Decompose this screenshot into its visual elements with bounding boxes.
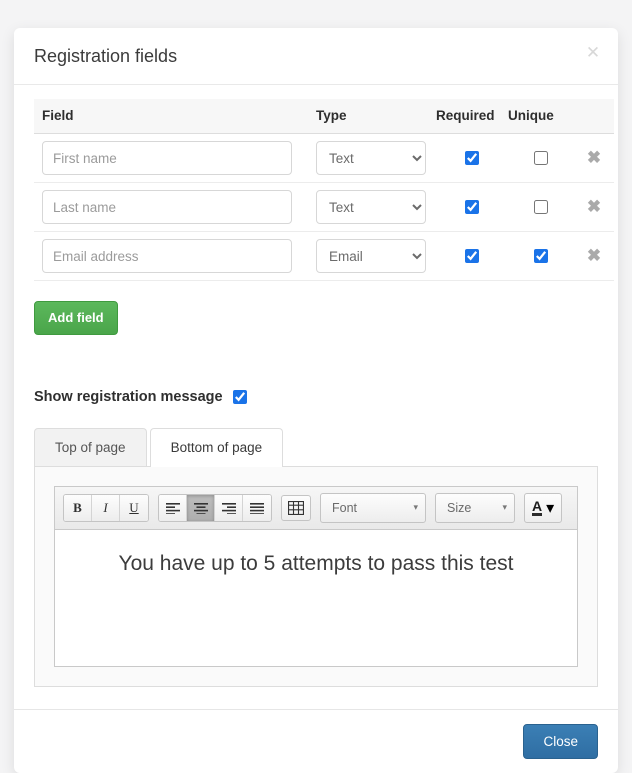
align-right-icon[interactable] [215,494,243,521]
field-name-input[interactable] [42,190,292,224]
table-row: Text ✖ [34,133,614,183]
required-cell [436,182,508,232]
text-color-dropdown[interactable]: A ▾ [524,492,563,523]
rich-text-editor: B I U Font ▾ Size ▾ A ▾ You have up to 5… [54,485,578,667]
required-cell [436,133,508,183]
required-checkbox[interactable] [465,199,479,214]
tab-bottom-of-page[interactable]: Bottom of page [149,427,284,467]
field-cell [34,231,316,281]
tab-panel-bottom-of-page: B I U Font ▾ Size ▾ A ▾ You have up to 5… [34,465,598,687]
column-header-required: Required [436,99,508,134]
unique-cell [508,133,574,183]
field-type-select[interactable]: Text [316,190,426,224]
table-icon[interactable] [281,494,311,521]
message-position-tabs: Top of page Bottom of page [34,427,598,467]
align-left-icon[interactable] [159,494,187,521]
registration-message-editor-content[interactable]: You have up to 5 attempts to pass this t… [55,529,577,666]
table-row: Text ✖ [34,182,614,232]
column-header-type: Type [316,99,436,134]
show-registration-message-row: Show registration message [34,389,598,405]
font-family-label: Font [332,500,358,515]
show-registration-message-label: Show registration message [34,388,223,405]
underline-icon[interactable]: U [120,494,148,521]
modal-header: Registration fields ✕ [14,28,618,85]
add-field-button[interactable]: Add field [34,301,118,335]
table-header-row: Field Type Required Unique [34,99,614,134]
field-name-input[interactable] [42,239,292,273]
align-justify-icon[interactable] [243,494,271,521]
field-type-select[interactable]: Email [316,239,426,273]
unique-cell [508,182,574,232]
chevron-down-icon: ▾ [413,502,418,513]
delete-field-icon[interactable]: ✖ [587,149,601,166]
column-header-actions [574,99,614,134]
font-size-dropdown[interactable]: Size ▾ [435,492,515,523]
unique-checkbox[interactable] [534,150,548,165]
type-cell: Text [316,133,436,183]
table-row: Email ✖ [34,231,614,281]
unique-checkbox[interactable] [534,199,548,214]
modal-footer: Close [14,708,618,773]
required-cell [436,231,508,281]
required-checkbox[interactable] [465,248,479,263]
alignment-group [158,493,272,522]
text-style-group: B I U [63,493,149,522]
actions-cell: ✖ [574,182,614,232]
bold-icon[interactable]: B [64,494,92,521]
tab-top-of-page[interactable]: Top of page [34,427,147,466]
unique-checkbox[interactable] [534,248,548,263]
chevron-down-icon: ▾ [502,502,507,513]
field-type-select[interactable]: Text [316,141,426,175]
type-cell: Text [316,182,436,232]
show-registration-message-checkbox[interactable] [232,389,247,404]
close-button[interactable]: Close [523,723,598,759]
type-cell: Email [316,231,436,281]
actions-cell: ✖ [574,133,614,183]
page-title: Registration fields [34,46,178,66]
field-cell [34,133,316,183]
column-header-unique: Unique [508,99,574,134]
chevron-down-icon: ▾ [546,499,555,517]
actions-cell: ✖ [574,231,614,281]
font-size-label: Size [447,500,472,515]
column-header-field: Field [34,99,316,134]
registration-fields-table: Field Type Required Unique Text [34,99,614,281]
modal-body: Field Type Required Unique Text [14,85,618,709]
unique-cell [508,231,574,281]
text-color-icon: A [532,498,543,517]
font-family-dropdown[interactable]: Font ▾ [320,492,426,523]
field-cell [34,182,316,232]
editor-toolbar: B I U Font ▾ Size ▾ A ▾ [55,486,577,530]
close-icon[interactable]: ✕ [582,42,604,64]
delete-field-icon[interactable]: ✖ [587,198,601,215]
field-name-input[interactable] [42,141,292,175]
delete-field-icon[interactable]: ✖ [587,247,601,264]
required-checkbox[interactable] [465,150,479,165]
align-center-icon[interactable] [187,494,215,521]
italic-icon[interactable]: I [92,494,120,521]
registration-fields-modal: Registration fields ✕ Field Type Require… [14,28,618,773]
